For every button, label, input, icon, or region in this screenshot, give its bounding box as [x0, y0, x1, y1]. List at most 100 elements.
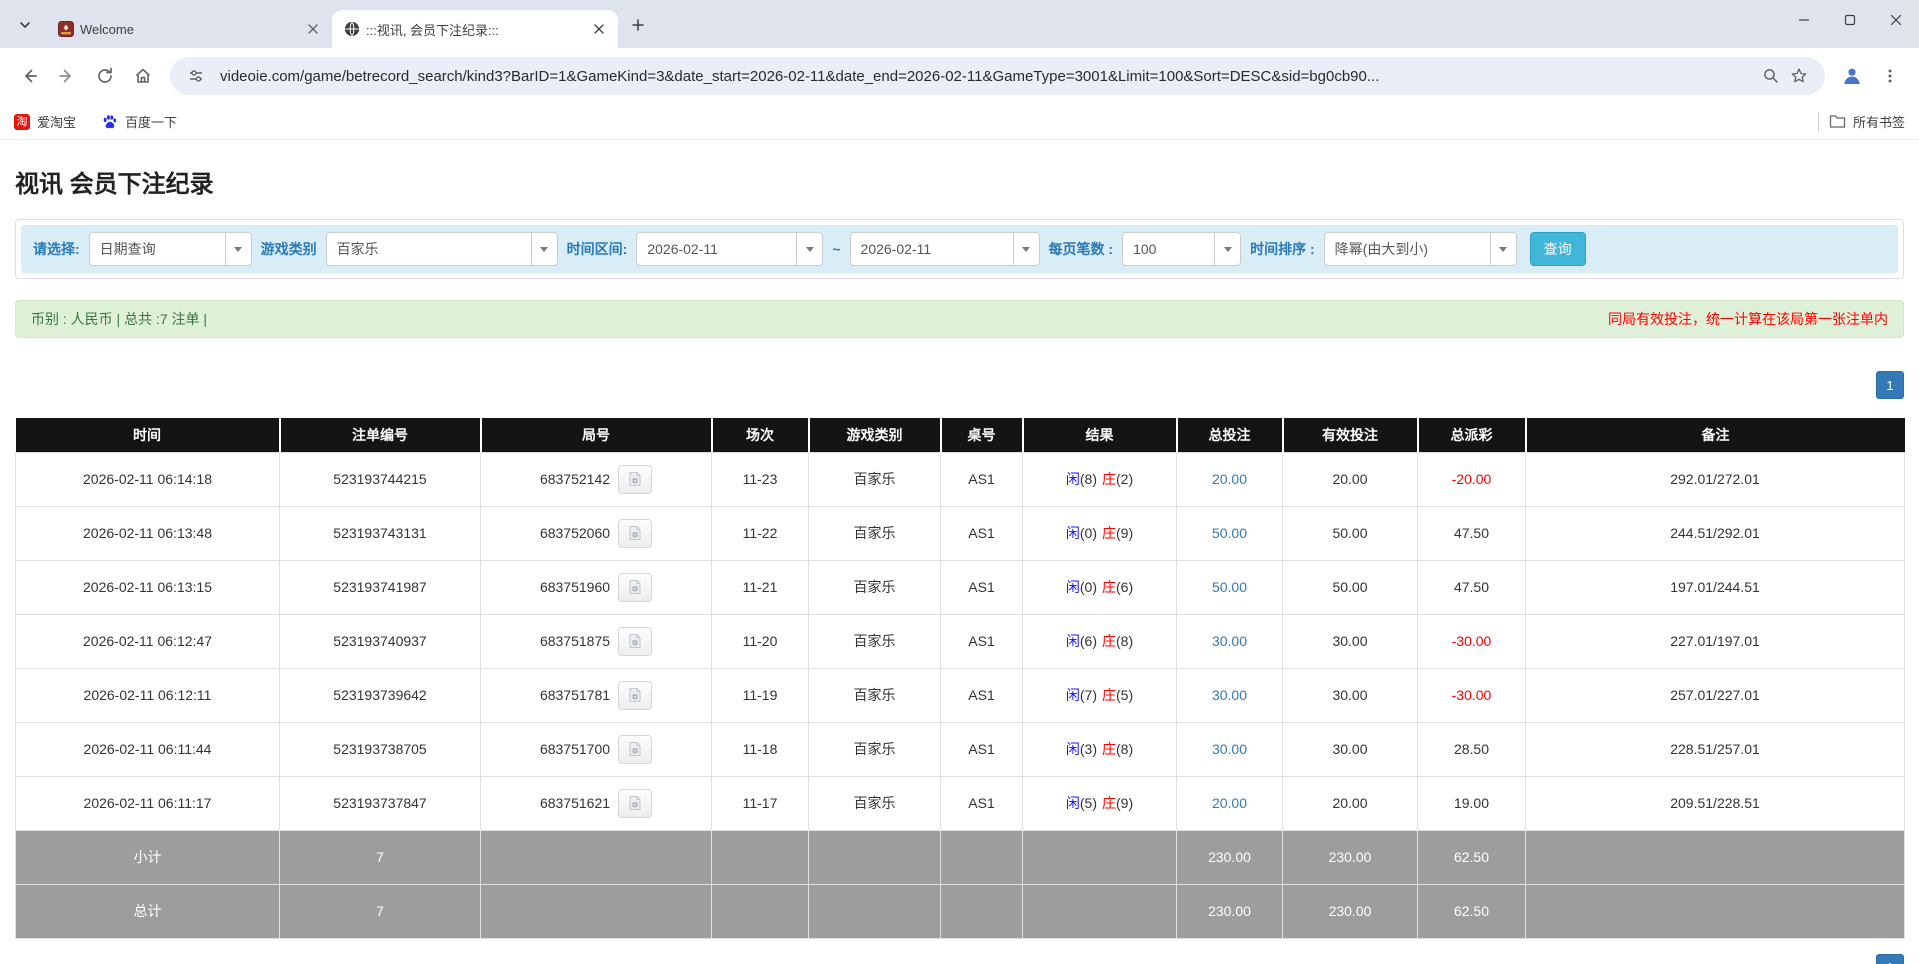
profile-avatar-button[interactable] [1833, 57, 1871, 95]
cell-bet-id: 523193744215 [279, 451, 481, 507]
tab-welcome[interactable]: Welcome [46, 10, 332, 48]
cell-result: 闲(8) 庄(2) [1022, 451, 1177, 507]
total-bet-link[interactable]: 20.00 [1212, 471, 1247, 487]
tab-close-button[interactable] [590, 20, 608, 38]
empty-cell [940, 883, 1023, 939]
total-row: 总计 7 230.00 230.00 62.50 [15, 883, 1905, 939]
column-header: 备注 [1525, 418, 1905, 452]
sort-order-select[interactable]: 降幂(由大到小) [1323, 232, 1517, 266]
result-player: 闲 [1065, 471, 1080, 487]
result-banker: 庄 [1102, 471, 1116, 487]
cell-valid-bet: 30.00 [1282, 667, 1418, 723]
result-banker-score: (6) [1116, 579, 1134, 595]
forward-arrow-icon [59, 69, 71, 83]
empty-cell [480, 829, 712, 885]
site-settings-button[interactable] [182, 62, 210, 90]
game-type-select[interactable]: 百家乐 [325, 232, 558, 266]
per-page-select[interactable]: 100 [1122, 232, 1242, 266]
column-header: 时间 [15, 418, 281, 452]
total-bet-link[interactable]: 30.00 [1212, 687, 1247, 703]
empty-cell [480, 883, 712, 939]
date-end-select[interactable]: 2026-02-11 [849, 232, 1040, 266]
browser-menu-button[interactable] [1871, 57, 1909, 95]
cell-total-bet: 50.00 [1176, 559, 1283, 615]
forward-button[interactable] [48, 57, 86, 95]
cell-session: 11-17 [711, 775, 809, 831]
page-1-button[interactable]: 1 [1876, 371, 1904, 399]
table-row: 2026-02-11 06:11:17 523193737847 6837516… [15, 775, 1905, 831]
tab-search-button[interactable] [10, 10, 40, 40]
cell-time: 2026-02-11 06:13:48 [15, 505, 280, 561]
subtotal-row: 小计 7 230.00 230.00 62.50 [15, 829, 1905, 885]
total-bet-link[interactable]: 50.00 [1212, 525, 1247, 541]
new-tab-button[interactable] [624, 11, 652, 39]
total-total-bet: 230.00 [1176, 883, 1283, 939]
zoom-search-button[interactable] [1757, 62, 1785, 90]
minimize-icon [1799, 19, 1809, 21]
result-banker-score: (8) [1116, 741, 1134, 757]
total-bet-link[interactable]: 20.00 [1212, 795, 1247, 811]
cell-game-type: 百家乐 [808, 505, 941, 561]
subtotal-label: 小计 [15, 829, 280, 885]
bookmark-taobao[interactable]: 淘 爱淘宝 [14, 112, 76, 131]
window-close-button[interactable] [1873, 0, 1919, 40]
window-maximize-button[interactable] [1827, 0, 1873, 40]
cell-game-type: 百家乐 [808, 559, 941, 615]
result-banker: 庄 [1102, 525, 1116, 541]
cell-game-type: 百家乐 [808, 613, 941, 669]
cell-table-number: AS1 [940, 505, 1023, 561]
chevron-down-icon [1489, 233, 1516, 265]
cell-valid-bet: 50.00 [1282, 559, 1418, 615]
all-bookmarks-button[interactable]: 所有书签 [1829, 112, 1905, 131]
video-replay-button[interactable] [618, 518, 653, 548]
window-minimize-button[interactable] [1781, 0, 1827, 40]
close-icon [1890, 14, 1902, 26]
total-bet-link[interactable]: 50.00 [1212, 579, 1247, 595]
cell-bet-id: 523193737847 [279, 775, 481, 831]
bookmark-star-button[interactable] [1785, 62, 1813, 90]
query-mode-select[interactable]: 日期查询 [88, 232, 252, 266]
cell-result: 闲(0) 庄(9) [1022, 505, 1177, 561]
cell-game-type: 百家乐 [808, 721, 941, 777]
result-banker-score: (9) [1116, 525, 1134, 541]
total-bet-link[interactable]: 30.00 [1212, 741, 1247, 757]
sort-order-value: 降幂(由大到小) [1334, 241, 1428, 257]
empty-cell [1022, 829, 1177, 885]
address-bar[interactable]: videoie.com/game/betrecord_search/kind3?… [170, 57, 1825, 95]
date-start-select[interactable]: 2026-02-11 [636, 232, 824, 266]
filter-bar: 请选择: 日期查询 游戏类别 百家乐 时间区间: 2026-02-11 ~ 20… [21, 225, 1898, 273]
reload-button[interactable] [86, 57, 124, 95]
tab-close-button[interactable] [304, 20, 322, 38]
subtotal-payout: 62.50 [1417, 829, 1526, 885]
round-number: 683751875 [539, 633, 611, 649]
total-bet-link[interactable]: 30.00 [1212, 633, 1247, 649]
chevron-down-icon [224, 233, 251, 265]
video-replay-button[interactable] [618, 626, 653, 656]
browser-toolbar: videoie.com/game/betrecord_search/kind3?… [0, 48, 1919, 104]
video-replay-button[interactable] [618, 734, 653, 764]
cell-result: 闲(6) 庄(8) [1022, 613, 1177, 669]
all-bookmarks-label: 所有书签 [1852, 115, 1905, 130]
cell-round: 683751875 [480, 613, 712, 669]
video-replay-button[interactable] [618, 464, 653, 494]
cell-result: 闲(0) 庄(6) [1022, 559, 1177, 615]
back-button[interactable] [10, 57, 48, 95]
query-mode-value: 日期查询 [99, 241, 156, 257]
bookmark-baidu[interactable]: 百度一下 [102, 112, 177, 131]
tab-bet-records[interactable]: :::视讯, 会员下注纪录::: [332, 10, 618, 48]
cell-bet-id: 523193738705 [279, 721, 481, 777]
page-1-button[interactable]: 1 [1876, 953, 1904, 964]
video-replay-button[interactable] [618, 788, 653, 818]
per-page-value: 100 [1133, 241, 1157, 257]
query-button[interactable]: 查询 [1529, 232, 1586, 266]
cell-total-bet: 30.00 [1176, 667, 1283, 723]
home-button[interactable] [124, 57, 162, 95]
video-file-icon [629, 796, 641, 810]
result-player: 闲 [1065, 795, 1080, 811]
video-replay-button[interactable] [618, 680, 653, 710]
video-replay-button[interactable] [618, 572, 653, 602]
cell-session: 11-19 [711, 667, 809, 723]
result-player-score: (8) [1079, 471, 1097, 487]
cell-note: 197.01/244.51 [1525, 559, 1905, 615]
game-type-value: 百家乐 [336, 241, 379, 257]
